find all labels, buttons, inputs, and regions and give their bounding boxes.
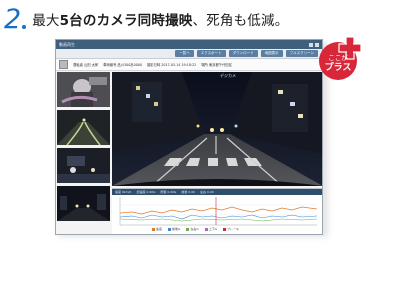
- legend-brake: ブレーキ: [223, 227, 239, 231]
- legend-speed: 速度: [152, 227, 162, 231]
- legend-ud: 上下G: [204, 227, 217, 231]
- toolbar-button-map[interactable]: 地図表示: [260, 50, 283, 57]
- camera-thumbnails: [57, 72, 110, 224]
- road-view-icon: [57, 110, 110, 145]
- badge-line1: ここが: [328, 53, 348, 62]
- toolbar-button-fullscreen[interactable]: フルスクリーン: [285, 50, 318, 57]
- side-view-icon: [57, 148, 110, 183]
- camera-thumbnail-rear[interactable]: [57, 186, 110, 221]
- graph-legend: 速度 前後G 左右G 上下G ブレーキ: [152, 227, 239, 231]
- camera-thumbnail-cabin[interactable]: [57, 72, 110, 107]
- speed-line: [119, 206, 318, 215]
- minimize-icon[interactable]: [309, 42, 313, 47]
- camera-thumbnail-side[interactable]: [57, 148, 110, 183]
- window-title: 動画再生: [59, 41, 75, 47]
- headline: 2 最大5台のカメラ同時撮映、死角も低減。: [4, 2, 288, 36]
- lateral-line: [119, 218, 318, 222]
- toolbar-button-list[interactable]: 一覧へ: [175, 50, 194, 57]
- night-street-scene: [112, 72, 322, 186]
- rear-view-icon: [57, 186, 110, 221]
- step-dot: [22, 25, 27, 29]
- graph-header-lr: 左右 0.00: [200, 190, 214, 194]
- date-field: 撮影日時 2017-03-14 19:18:22: [147, 63, 197, 67]
- badge-line2: プラス: [325, 61, 352, 73]
- legend-fb: 前後G: [168, 227, 180, 231]
- place-field: 場所 東京都千代田区: [201, 63, 232, 67]
- toolbar-button-download[interactable]: ダウンロード: [228, 50, 258, 57]
- headline-prefix: 最大: [32, 13, 60, 29]
- info-bar: 運転者 山田 太郎 車両番号 品川300あ0000 撮影日時 2017-03-1…: [56, 59, 322, 71]
- sensor-graph-panel: 速度 0km/h 加速度 0.00G 衝撃 0.00G 前後 0.00 左右 0…: [112, 188, 323, 234]
- graph-header-impact: 衝撃 0.00G: [160, 190, 177, 194]
- window-titlebar: 動画再生: [56, 40, 322, 49]
- legend-lr: 左右G: [186, 227, 199, 231]
- cabin-view-icon: [57, 72, 110, 107]
- graph-header-speed: 速度 0km/h: [115, 190, 132, 194]
- camera-thumbnail-front-road[interactable]: [57, 110, 110, 145]
- headline-bold: 5台のカメラ同時撮映: [59, 13, 193, 29]
- sensor-line-chart[interactable]: [112, 195, 323, 227]
- video-player-window: 動画再生 一覧へ エクスポート ダウンロード 地図表示 フルスクリーン 運転者 …: [55, 39, 323, 235]
- step-number: 2: [4, 3, 22, 35]
- accel-line: [119, 214, 318, 220]
- toolbar: 一覧へ エクスポート ダウンロード 地図表示 フルスクリーン: [56, 49, 322, 59]
- graph-header-accel: 加速度 0.00G: [136, 190, 156, 194]
- vehicle-field: 車両番号 品川300あ0000: [103, 63, 142, 67]
- driver-avatar: [59, 60, 68, 69]
- driver-field: 運転者 山田 太郎: [73, 63, 99, 67]
- plus-badge: ここが プラス: [319, 36, 362, 80]
- camera-label: デジカメ: [220, 73, 236, 78]
- toolbar-button-export[interactable]: エクスポート: [196, 50, 226, 57]
- main-camera-view[interactable]: デジカメ: [112, 72, 322, 186]
- headline-text: 最大5台のカメラ同時撮映、死角も低減。: [32, 9, 288, 29]
- headline-suffix: 、死角も低減。: [192, 13, 289, 29]
- graph-header-fb: 前後 0.00: [181, 190, 196, 194]
